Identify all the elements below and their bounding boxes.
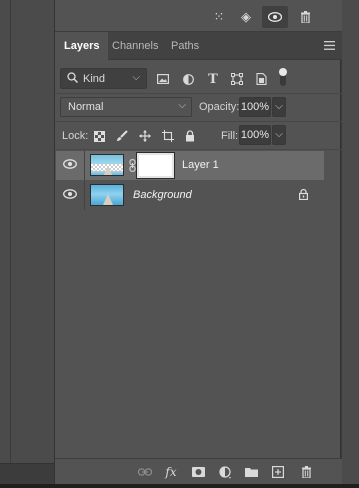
fill-input[interactable]: 100% (239, 125, 271, 145)
lock-image-pixels-icon[interactable] (113, 127, 131, 145)
layer-lock-icon[interactable] (299, 188, 309, 203)
opacity-slider-toggle[interactable]: ⌵ (272, 97, 286, 117)
layer-name[interactable]: Background (133, 189, 192, 201)
dock-shape (103, 194, 113, 205)
lock-all-icon[interactable] (181, 127, 199, 145)
layer-thumbnail[interactable] (90, 154, 124, 176)
divider (55, 93, 342, 94)
blend-mode-select[interactable]: Normal ⌵ (60, 97, 192, 117)
eye-icon[interactable] (262, 6, 288, 28)
divider (84, 151, 85, 180)
adjustment-layer-icon[interactable] (215, 464, 235, 480)
chevron-down-icon: ⌵ (132, 72, 140, 83)
filter-toggle-switch[interactable] (277, 68, 289, 88)
adjustment-filter-icon[interactable] (179, 70, 197, 88)
fx-icon[interactable]: fx (161, 464, 181, 480)
tab-paths[interactable]: Paths (162, 32, 208, 60)
dock-shape (103, 166, 113, 175)
selection-icon[interactable]: ⁙ (206, 6, 232, 28)
fill-label: Fill: (221, 130, 239, 142)
divider (55, 121, 342, 122)
lock-label: Lock: (62, 130, 89, 142)
layers-panel-footer: fx (55, 458, 342, 484)
divider (10, 0, 11, 470)
filter-kind-label: Kind (83, 73, 106, 85)
window-bottom-edge (0, 484, 359, 488)
tab-layers[interactable]: Layers (55, 32, 109, 60)
visibility-eye-icon[interactable] (63, 159, 77, 171)
new-layer-icon[interactable] (268, 464, 288, 480)
search-icon (67, 72, 79, 86)
canvas-area (0, 0, 54, 488)
image-filter-icon[interactable] (154, 70, 172, 88)
panel-menu-icon[interactable] (324, 40, 336, 52)
type-filter-icon[interactable]: T (204, 70, 222, 88)
chevron-down-icon: ⌵ (178, 100, 186, 111)
layer-name[interactable]: Layer 1 (182, 159, 219, 171)
panel-tab-bar: Layers Channels Paths (55, 32, 342, 60)
divider (84, 181, 85, 210)
opacity-input[interactable]: 100% (239, 97, 271, 117)
fill-slider-toggle[interactable]: ⌵ (272, 125, 286, 145)
panel-top-strip: ⁙ ◈ (55, 0, 342, 32)
layer-row-layer-1[interactable]: Layer 1 (56, 151, 324, 180)
tab-channels[interactable]: Channels (103, 32, 167, 60)
delete-layer-icon[interactable] (296, 464, 316, 480)
add-mask-icon[interactable] (188, 464, 208, 480)
toggle-track (280, 76, 286, 86)
right-dock-area (341, 0, 359, 488)
visibility-eye-icon[interactable] (63, 189, 77, 201)
lock-transparent-pixels-icon[interactable] (90, 127, 108, 145)
pin-icon[interactable]: ◈ (233, 6, 259, 28)
filter-kind-select[interactable]: Kind ⌵ (60, 68, 147, 89)
layer-thumbnail[interactable] (90, 184, 124, 206)
layers-panel: ⁙ ◈ Layers Channels Paths Kind ⌵ T Norma… (54, 0, 342, 484)
trash-icon[interactable] (292, 6, 318, 28)
mask-link-chain-icon[interactable] (129, 159, 136, 175)
link-layers-icon[interactable] (135, 464, 155, 480)
toggle-knob (279, 68, 287, 76)
blend-mode-value: Normal (68, 101, 104, 113)
group-folder-icon[interactable] (241, 464, 261, 480)
divider (55, 149, 342, 150)
layer-mask-thumbnail[interactable] (136, 152, 175, 179)
smart-object-filter-icon[interactable] (252, 70, 270, 88)
opacity-label: Opacity: (199, 101, 240, 113)
lock-artboard-icon[interactable] (159, 127, 177, 145)
lock-position-icon[interactable] (136, 127, 154, 145)
shape-filter-icon[interactable] (228, 70, 246, 88)
layer-row-background[interactable]: Background (56, 181, 324, 210)
